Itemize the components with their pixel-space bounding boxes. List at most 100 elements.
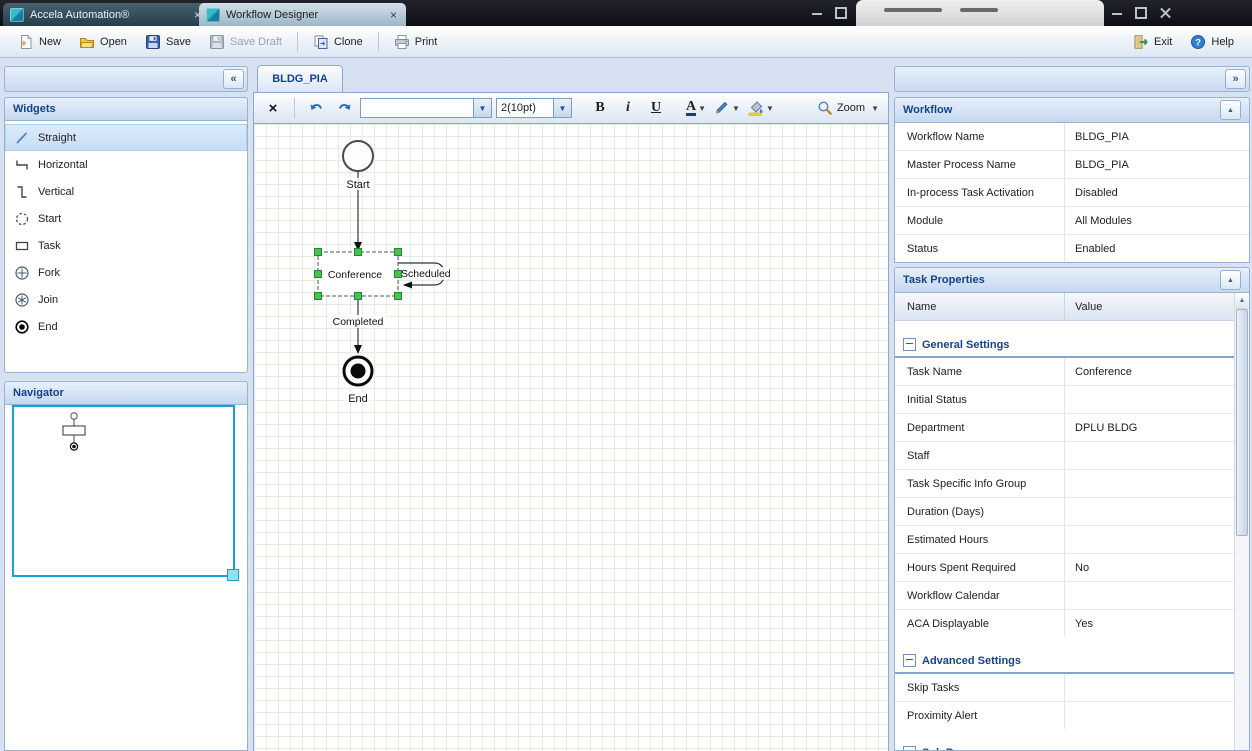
property-name: Module bbox=[895, 207, 1065, 234]
property-name: Duration (Days) bbox=[895, 498, 1065, 525]
table-row: ACA Displayable Yes bbox=[895, 610, 1234, 637]
property-value[interactable] bbox=[1065, 442, 1234, 469]
italic-button[interactable]: i bbox=[616, 97, 640, 119]
navigator-viewport[interactable] bbox=[12, 405, 235, 577]
widget-item-end[interactable]: End bbox=[5, 313, 247, 340]
property-value[interactable] bbox=[1065, 498, 1234, 525]
bold-button[interactable]: B bbox=[588, 97, 612, 119]
save-draft-button-label: Save Draft bbox=[230, 36, 282, 48]
clone-button[interactable]: Clone bbox=[305, 29, 371, 55]
property-name: Department bbox=[895, 414, 1065, 441]
widget-label: Horizontal bbox=[38, 159, 88, 171]
maximize-icon[interactable] bbox=[835, 7, 847, 19]
property-value[interactable]: DPLU BLDG bbox=[1065, 414, 1234, 441]
browser-tab-accela-automation[interactable]: Accela Automation® × bbox=[3, 3, 210, 26]
zoom-label: Zoom bbox=[837, 102, 865, 114]
save-button[interactable]: Save bbox=[137, 29, 199, 55]
widget-item-start[interactable]: Start bbox=[5, 205, 247, 232]
magnifier-icon bbox=[817, 100, 833, 116]
widget-item-straight[interactable]: Straight bbox=[5, 124, 247, 151]
property-name: Task Name bbox=[895, 358, 1065, 385]
widget-item-fork[interactable]: Fork bbox=[5, 259, 247, 286]
font-family-combo[interactable]: ▼ bbox=[360, 98, 492, 118]
delete-button[interactable]: × bbox=[261, 97, 285, 119]
start-node-icon bbox=[13, 211, 31, 227]
chevron-down-icon: ▼ bbox=[871, 104, 879, 113]
paint-bucket-icon bbox=[748, 100, 764, 116]
new-button[interactable]: New bbox=[10, 29, 69, 55]
tab-close-icon[interactable]: × bbox=[388, 9, 399, 21]
save-draft-button[interactable]: Save Draft bbox=[201, 29, 290, 55]
task-properties-scrollbar[interactable]: ▲ bbox=[1234, 293, 1249, 750]
minimize-icon[interactable] bbox=[812, 13, 822, 15]
widget-item-vertical[interactable]: Vertical bbox=[5, 178, 247, 205]
browser-tab-label: Workflow Designer bbox=[226, 9, 318, 21]
task-node-icon bbox=[13, 238, 31, 254]
property-value[interactable] bbox=[1065, 526, 1234, 553]
transition-label[interactable]: Scheduled bbox=[401, 268, 451, 280]
designer-tab-bldg-pia[interactable]: BLDG_PIA bbox=[257, 65, 343, 92]
browser-tab-bar: Accela Automation® × Workflow Designer × bbox=[0, 0, 1252, 26]
print-button[interactable]: Print bbox=[386, 29, 446, 55]
workflow-properties-table: Workflow Name BLDG_PIA Master Process Na… bbox=[894, 123, 1250, 263]
collapse-right-panel-button[interactable]: » bbox=[1225, 69, 1246, 89]
property-name: Proximity Alert bbox=[895, 702, 1065, 729]
toolbar-separator bbox=[297, 32, 298, 52]
column-header-row: Name Value bbox=[895, 293, 1234, 321]
exit-button[interactable]: Exit bbox=[1125, 29, 1180, 55]
straight-connector-icon bbox=[13, 130, 31, 146]
svg-text:?: ? bbox=[1195, 37, 1201, 48]
group-header-general-settings[interactable]: General Settings bbox=[895, 333, 1234, 358]
highlight-button[interactable]: ▼ bbox=[712, 97, 742, 119]
open-button[interactable]: Open bbox=[71, 29, 135, 55]
widget-item-horizontal[interactable]: Horizontal bbox=[5, 151, 247, 178]
task-properties-title: Task Properties bbox=[903, 274, 985, 286]
undo-button[interactable] bbox=[304, 97, 328, 119]
property-value[interactable]: Yes bbox=[1065, 610, 1234, 637]
design-canvas[interactable]: Start Conference Scheduled Completed End bbox=[253, 124, 889, 751]
property-value[interactable] bbox=[1065, 702, 1234, 729]
redo-button[interactable] bbox=[332, 97, 356, 119]
start-node[interactable] bbox=[343, 141, 373, 171]
open-button-label: Open bbox=[100, 36, 127, 48]
property-name: Skip Tasks bbox=[895, 674, 1065, 701]
vertical-connector-icon bbox=[13, 184, 31, 200]
clone-icon bbox=[313, 34, 329, 50]
scroll-up-icon[interactable]: ▲ bbox=[1235, 293, 1249, 309]
browser-tab-workflow-designer[interactable]: Workflow Designer × bbox=[199, 3, 406, 26]
chevron-down-icon[interactable]: ▼ bbox=[553, 99, 571, 117]
save-disk-icon bbox=[145, 34, 161, 50]
property-value[interactable] bbox=[1065, 582, 1234, 609]
minimize-icon[interactable] bbox=[1112, 13, 1122, 15]
font-size-combo[interactable]: 2(10pt) ▼ bbox=[496, 98, 572, 118]
collapse-group-icon bbox=[903, 338, 916, 351]
chevron-down-icon[interactable]: ▼ bbox=[473, 99, 491, 117]
save-button-label: Save bbox=[166, 36, 191, 48]
property-value[interactable] bbox=[1065, 674, 1234, 701]
window-controls bbox=[1112, 7, 1171, 19]
close-icon[interactable] bbox=[1160, 7, 1171, 18]
collapse-panel-button[interactable]: ▲ bbox=[1220, 270, 1241, 290]
accela-favicon bbox=[206, 8, 220, 22]
fill-color-button[interactable]: ▼ bbox=[746, 97, 776, 119]
property-name: Status bbox=[895, 235, 1065, 262]
property-value[interactable]: Conference bbox=[1065, 358, 1234, 385]
underline-button[interactable]: U bbox=[644, 97, 668, 119]
navigator-resize-handle[interactable] bbox=[227, 569, 239, 581]
group-header-sub-process[interactable]: Sub Process bbox=[895, 741, 1234, 751]
scrollbar-thumb[interactable] bbox=[1236, 309, 1248, 536]
group-header-advanced-settings[interactable]: Advanced Settings bbox=[895, 649, 1234, 674]
maximize-icon[interactable] bbox=[1135, 7, 1147, 19]
property-value[interactable] bbox=[1065, 470, 1234, 497]
end-node-icon bbox=[13, 319, 31, 335]
zoom-dropdown[interactable]: Zoom ▼ bbox=[817, 100, 881, 116]
collapse-left-panel-button[interactable]: « bbox=[223, 69, 244, 89]
property-value[interactable]: No bbox=[1065, 554, 1234, 581]
help-button[interactable]: ? Help bbox=[1182, 29, 1242, 55]
widget-item-join[interactable]: Join bbox=[5, 286, 247, 313]
font-color-button[interactable]: A ▼ bbox=[684, 97, 708, 119]
print-icon bbox=[394, 34, 410, 50]
collapse-panel-button[interactable]: ▲ bbox=[1220, 100, 1241, 120]
property-value[interactable] bbox=[1065, 386, 1234, 413]
widget-item-task[interactable]: Task bbox=[5, 232, 247, 259]
